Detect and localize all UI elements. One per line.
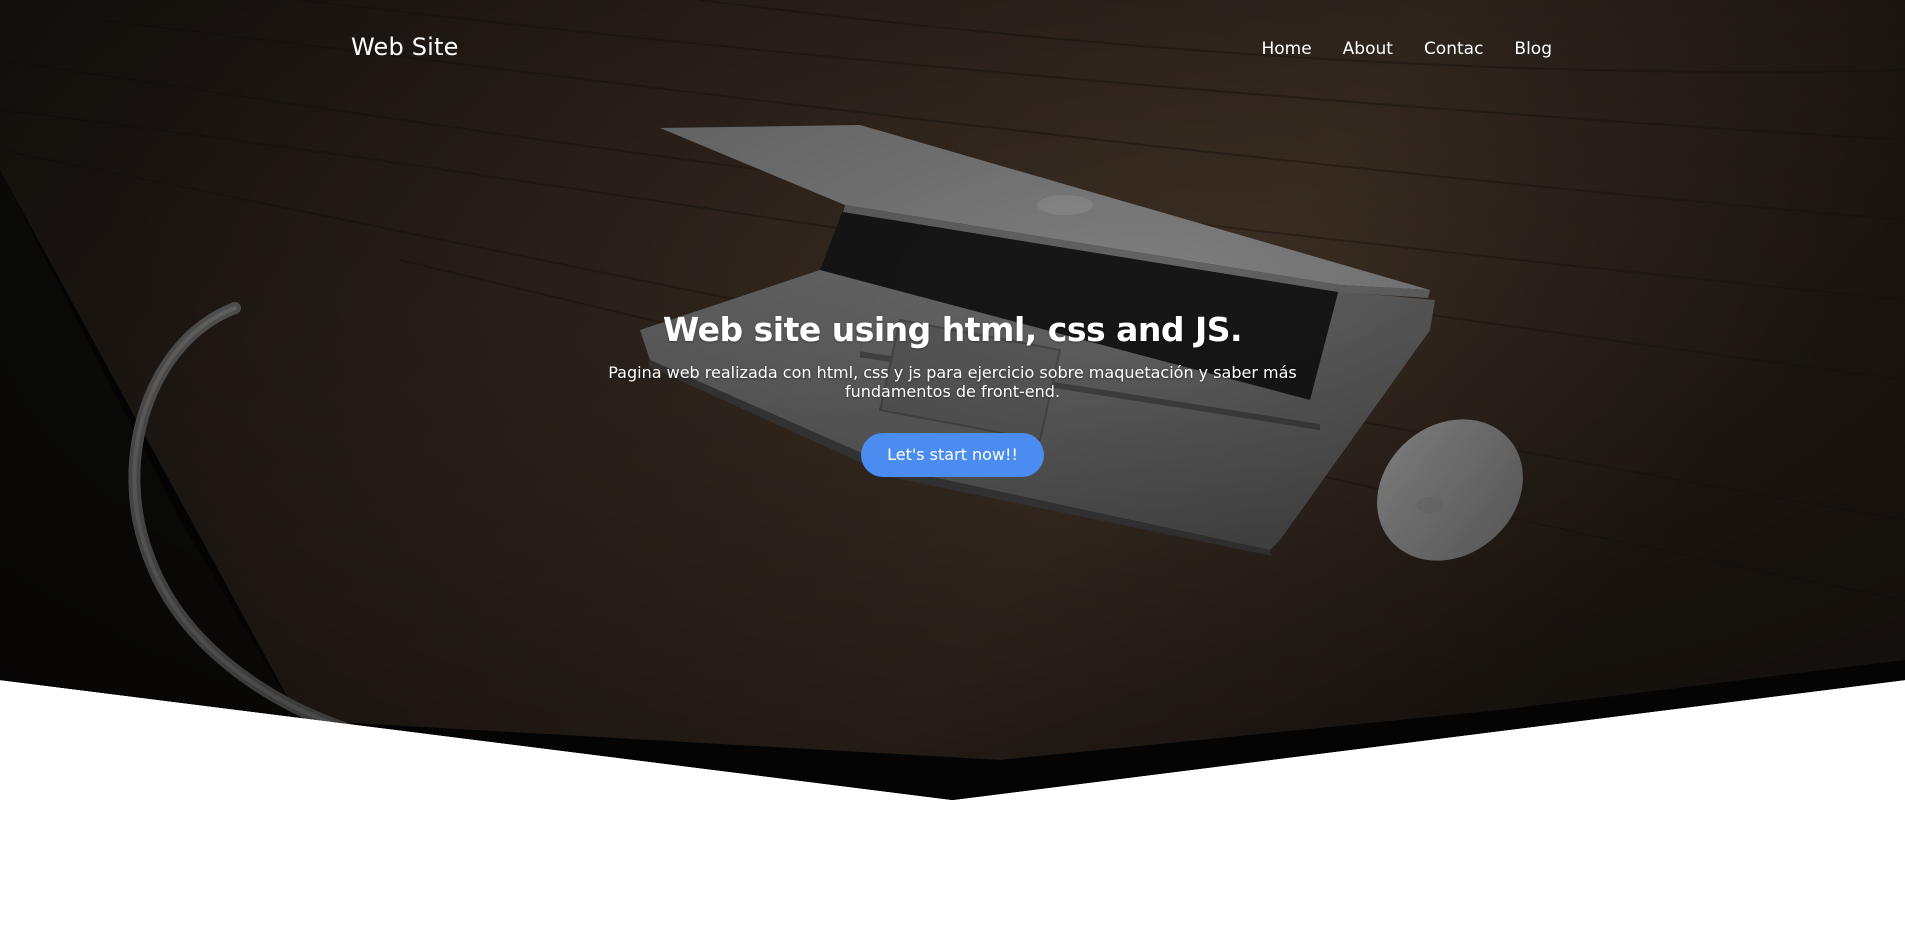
- start-now-button[interactable]: Let's start now!!: [861, 433, 1044, 477]
- page: Web Site Home About Contac Blog Web site…: [0, 0, 1905, 927]
- site-logo[interactable]: Web Site: [351, 33, 459, 61]
- hero-title: Web site using html, css and JS.: [662, 310, 1243, 349]
- nav-contact-link[interactable]: Contac: [1424, 39, 1483, 59]
- nav-home-link[interactable]: Home: [1261, 39, 1311, 59]
- hero-subtitle: Pagina web realizada con html, css y js …: [608, 363, 1297, 401]
- nav-blog-link[interactable]: Blog: [1514, 39, 1552, 59]
- site-header: Web Site Home About Contac Blog: [0, 0, 1905, 100]
- nav-about-link[interactable]: About: [1343, 39, 1393, 59]
- main-nav: Home About Contac Blog: [1230, 39, 1552, 59]
- hero-section: Web Site Home About Contac Blog Web site…: [0, 0, 1905, 800]
- hero-content: Web site using html, css and JS. Pagina …: [0, 310, 1905, 477]
